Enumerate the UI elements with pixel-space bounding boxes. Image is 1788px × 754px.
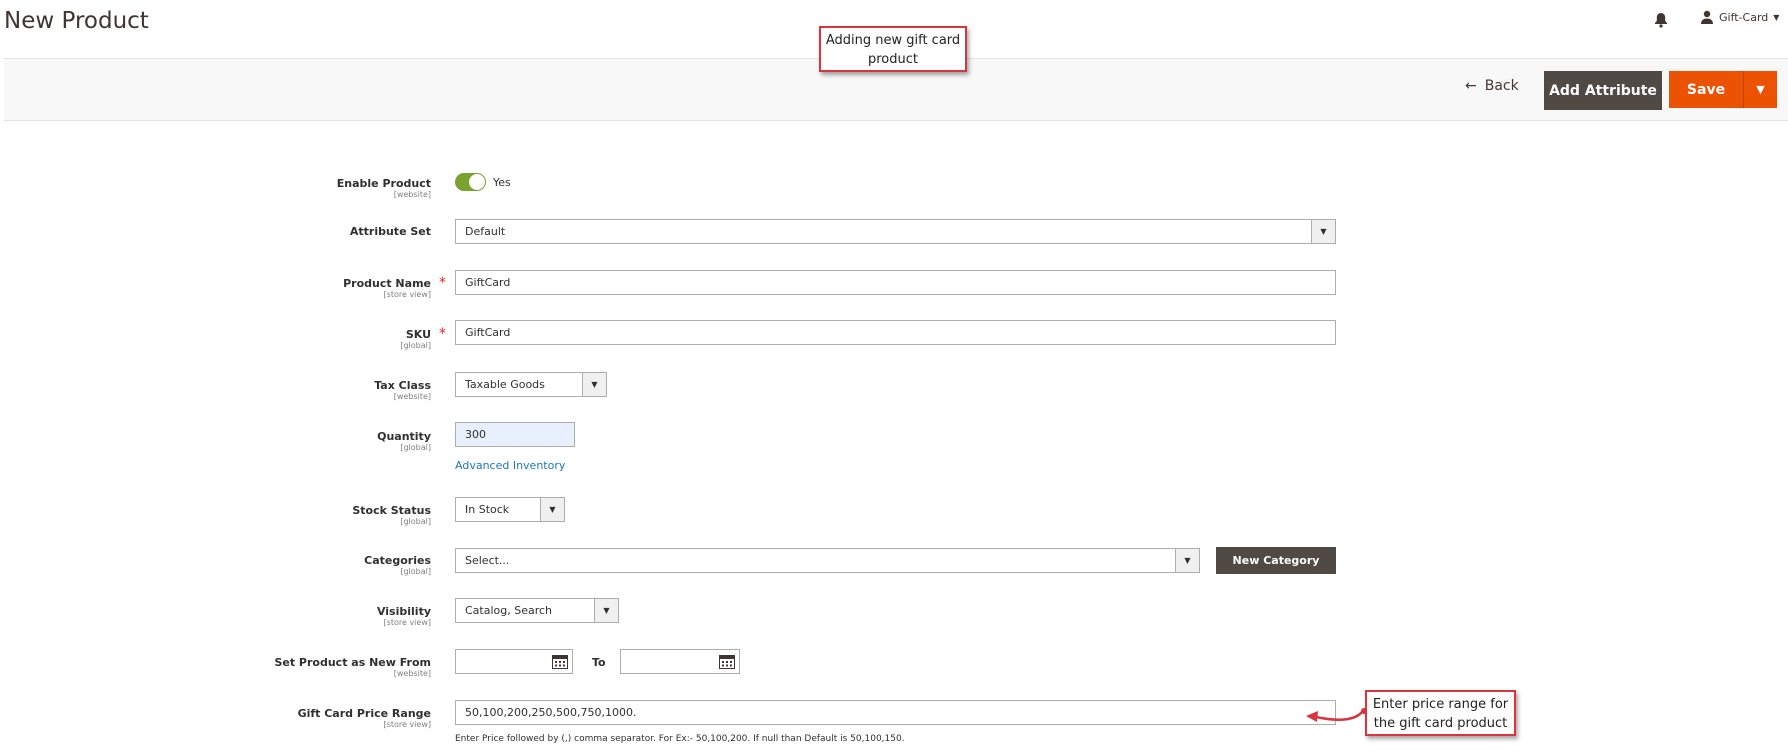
enable-product-toggle[interactable] [455, 173, 486, 191]
back-button[interactable]: ← Back [1465, 78, 1519, 94]
to-label: To [592, 656, 606, 669]
stock-status-value: In Stock [465, 503, 510, 516]
select-arrow-icon: ▼ [582, 373, 606, 396]
tax-class-scope: [website] [393, 392, 431, 401]
new-to-date-input[interactable] [620, 649, 740, 674]
price-range-label-text: Gift Card Price Range [297, 707, 431, 720]
product-name-label-text: Product Name [343, 277, 431, 290]
visibility-scope: [store view] [383, 618, 431, 627]
new-category-button[interactable]: New Category [1216, 547, 1336, 574]
quantity-label-text: Quantity [377, 430, 431, 443]
enable-product-label-text: Enable Product [336, 177, 431, 190]
new-from-label: Set Product as New From [website] [274, 656, 431, 678]
annotation-callout-top: Adding new gift card product [819, 26, 967, 72]
new-from-scope: [website] [393, 669, 431, 678]
select-arrow-icon: ▼ [1311, 220, 1335, 243]
add-attribute-button[interactable]: Add Attribute [1544, 71, 1662, 110]
visibility-value: Catalog, Search [465, 604, 553, 617]
back-label: Back [1484, 78, 1519, 94]
categories-label-text: Categories [364, 554, 431, 567]
user-name: Gift-Card [1719, 10, 1769, 24]
attribute-set-select[interactable]: Default ▼ [455, 219, 1336, 244]
visibility-select[interactable]: Catalog, Search ▼ [455, 598, 619, 623]
visibility-label: Visibility [store view] [377, 605, 431, 627]
sku-label-text: SKU [405, 328, 431, 341]
stock-status-label: Stock Status [global] [352, 504, 431, 526]
sku-input[interactable]: GiftCard [455, 320, 1336, 345]
tax-class-label: Tax Class [website] [374, 379, 431, 401]
required-mark: * [439, 326, 446, 342]
price-range-scope: [store view] [383, 720, 431, 729]
attribute-set-value: Default [465, 225, 506, 238]
user-menu[interactable]: Gift-Card ▼ [1700, 10, 1779, 24]
tax-class-select[interactable]: Taxable Goods ▼ [455, 372, 607, 397]
advanced-inventory-link[interactable]: Advanced Inventory [455, 459, 565, 472]
quantity-scope: [global] [400, 443, 431, 452]
tax-class-label-text: Tax Class [374, 379, 431, 392]
tax-class-value: Taxable Goods [465, 378, 545, 391]
stock-status-label-text: Stock Status [352, 504, 431, 517]
user-icon [1701, 10, 1713, 24]
sku-scope: [global] [400, 341, 431, 350]
visibility-label-text: Visibility [376, 605, 431, 618]
attribute-set-label: Attribute Set [349, 225, 431, 238]
caret-down-icon: ▼ [1773, 12, 1780, 22]
categories-label: Categories [global] [364, 554, 431, 576]
enable-product-label: Enable Product [website] [337, 177, 431, 199]
price-range-input[interactable]: 50,100,200,250,500,750,1000. [455, 700, 1336, 725]
calendar-icon[interactable] [552, 654, 568, 669]
enable-product-value: Yes [493, 176, 511, 189]
product-name-input[interactable]: GiftCard [455, 270, 1336, 295]
page-title: New Product [4, 8, 149, 34]
toggle-knob [469, 174, 485, 190]
save-button[interactable]: Save [1669, 71, 1743, 108]
product-name-label: Product Name [store view] [343, 277, 431, 299]
quantity-input[interactable]: 300 [455, 422, 575, 447]
stock-status-scope: [global] [400, 517, 431, 526]
enable-product-scope: [website] [393, 190, 431, 199]
annotation-arrow [1306, 708, 1367, 722]
new-from-label-text: Set Product as New From [274, 656, 431, 669]
categories-placeholder: Select... [465, 554, 510, 567]
annotation-callout-bottom: Enter price range for the gift card prod… [1365, 690, 1516, 736]
arrow-left-icon: ← [1465, 78, 1477, 94]
bell-icon[interactable] [1653, 12, 1669, 28]
select-arrow-icon: ▼ [1175, 549, 1199, 572]
categories-select[interactable]: Select... ▼ [455, 548, 1200, 573]
required-mark: * [439, 275, 446, 291]
select-arrow-icon: ▼ [594, 599, 618, 622]
new-from-date-input[interactable] [455, 649, 573, 674]
stock-status-select[interactable]: In Stock ▼ [455, 497, 565, 522]
price-range-label: Gift Card Price Range [store view] [298, 707, 431, 729]
product-name-scope: [store view] [383, 290, 431, 299]
caret-down-icon: ▼ [1756, 83, 1765, 96]
select-arrow-icon: ▼ [540, 498, 564, 521]
save-options-button[interactable]: ▼ [1743, 71, 1777, 108]
categories-scope: [global] [400, 567, 431, 576]
calendar-icon[interactable] [719, 654, 735, 669]
quantity-label: Quantity [global] [377, 430, 431, 452]
sku-label: SKU [global] [400, 328, 431, 350]
price-range-note: Enter Price followed by (,) comma separa… [455, 734, 905, 744]
